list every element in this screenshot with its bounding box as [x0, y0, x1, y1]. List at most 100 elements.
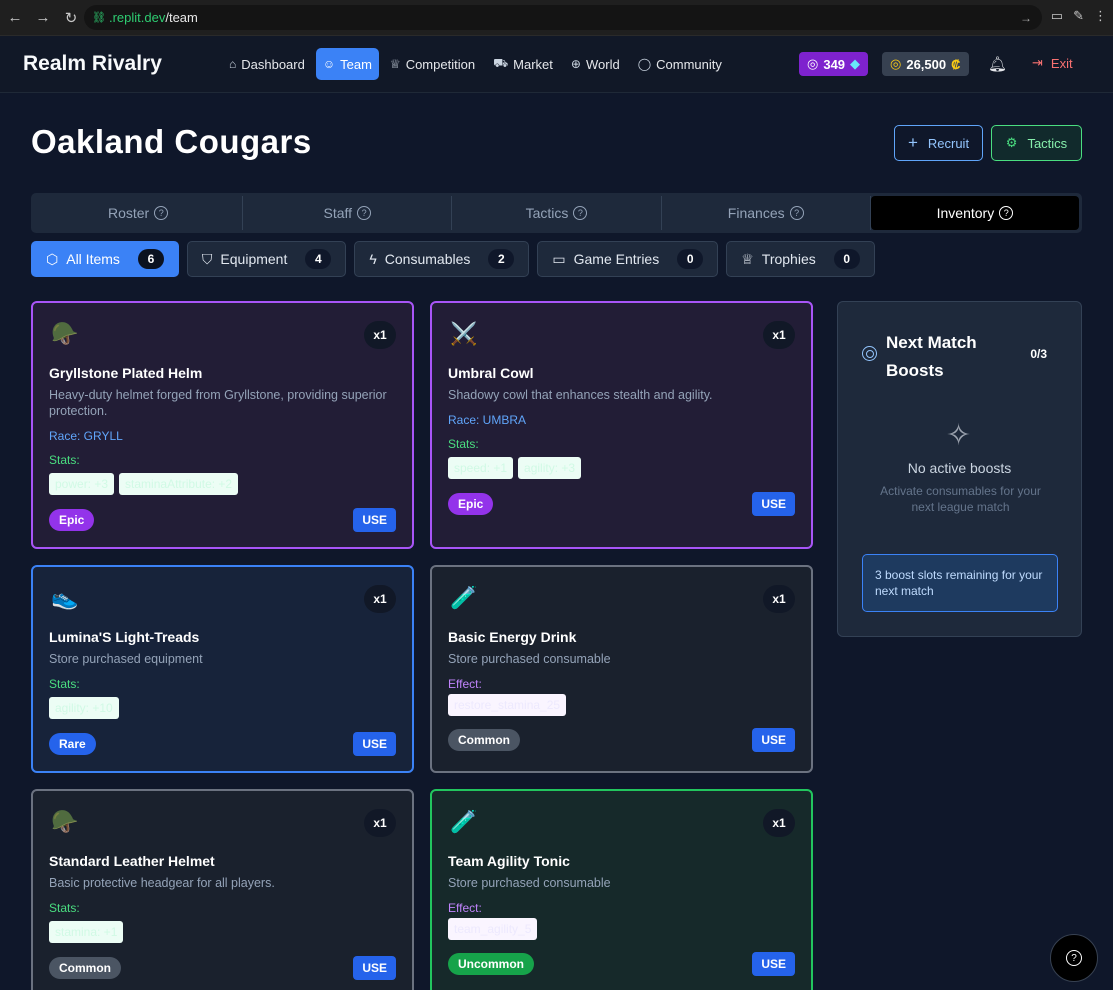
url-path: /team — [165, 10, 198, 25]
go-arrow-icon[interactable]: → — [1020, 11, 1032, 25]
item-description: Basic protective headgear for all player… — [49, 876, 275, 890]
help-icon[interactable]: ? — [357, 206, 372, 220]
next-match-boosts-panel: Next Match Boosts 0/3 ✧ No active boosts… — [837, 301, 1082, 637]
forward-icon[interactable]: → — [30, 5, 56, 31]
stat-chip: power: +3 — [49, 473, 115, 495]
filter-all-items[interactable]: ⬡ All Items 6 — [31, 241, 179, 277]
item-description: Shadowy cowl that enhances stealth and a… — [448, 388, 713, 402]
use-button[interactable]: USE — [353, 508, 396, 532]
boosts-count: 0/3 — [1030, 347, 1047, 361]
nav-label: Community — [656, 56, 722, 72]
nav-world[interactable]: ⊕ World — [564, 48, 627, 80]
gear-icon: ⚙ — [1005, 135, 1018, 150]
browser-toolbar: ← → ↻ ⛓ .replit.dev /team → ▭ ✎ ⋮ — [0, 0, 1113, 36]
filter-trophies[interactable]: ♕ Trophies 0 — [726, 241, 875, 277]
sparkles-icon: ✧ — [946, 419, 972, 452]
use-button[interactable]: USE — [353, 732, 396, 756]
nav-team[interactable]: ☺ Team — [315, 48, 379, 80]
tab-label: Inventory — [936, 205, 995, 221]
helmet-icon: 🪖 — [51, 809, 79, 834]
gems-value: 349 — [823, 56, 846, 72]
item-card[interactable]: 🪖 x1 Gryllstone Plated Helm Heavy-duty h… — [31, 301, 414, 549]
nav-dashboard[interactable]: ⌂ Dashboard — [222, 48, 312, 80]
url-domain: .replit.dev — [108, 10, 166, 25]
item-card[interactable]: 🧪 x1 Team Agility Tonic Store purchased … — [430, 789, 813, 990]
secure-icon: ⛓ — [92, 12, 106, 24]
nav-competition[interactable]: ♕ Competition — [383, 48, 482, 80]
swords-icon: ⚔️ — [450, 321, 478, 346]
credits-badge[interactable]: ◎ 26,500 ₡ — [882, 52, 969, 76]
tactics-label: Tactics — [1027, 135, 1068, 151]
tab-inventory[interactable]: Inventory? — [870, 196, 1080, 230]
use-button[interactable]: USE — [752, 492, 795, 516]
tab-label: Staff — [323, 205, 353, 221]
recruit-button[interactable]: + Recruit — [894, 125, 983, 161]
help-button[interactable]: ? — [1050, 934, 1098, 982]
stats-label: Stats: — [49, 901, 80, 915]
item-card[interactable]: 🧪 x1 Basic Energy Drink Store purchased … — [430, 565, 813, 773]
item-name: Basic Energy Drink — [448, 629, 577, 645]
filter-count: 0 — [677, 249, 704, 269]
back-icon[interactable]: ← — [2, 5, 28, 31]
help-icon[interactable]: ? — [999, 206, 1014, 220]
tab-finances[interactable]: Finances? — [662, 196, 871, 230]
filter-equipment[interactable]: ⛉ Equipment 4 — [186, 241, 347, 277]
wrench-icon[interactable]: ✎ — [1073, 8, 1084, 24]
item-card[interactable]: 🪖 x1 Standard Leather Helmet Basic prote… — [31, 789, 414, 990]
bell-icon[interactable]: 🔔︎ — [988, 55, 1007, 73]
item-description: Store purchased consumable — [448, 876, 611, 890]
filter-count: 6 — [137, 249, 164, 269]
quantity-badge: x1 — [763, 809, 795, 837]
logout-icon: ⇥ — [1032, 55, 1043, 70]
tab-roster[interactable]: Roster? — [34, 196, 244, 230]
effect-chips: restore_stamina_25 — [448, 694, 567, 716]
main-nav: ⌂ Dashboard ☺ Team ♕ Competition ⛟ Market ⊕ W… — [222, 48, 729, 80]
trophy-icon: ♕ — [389, 57, 401, 71]
rarity-badge: Common — [448, 729, 520, 751]
nav-community[interactable]: ◯ Community — [631, 48, 729, 80]
address-bar[interactable]: ⛓ .replit.dev /team → — [84, 5, 1042, 30]
inventory-filters: ⬡ All Items 6 ⛉ Equipment 4 ϟ Consumables 2 ▭ G… — [31, 241, 875, 277]
help-icon: ? — [1066, 950, 1082, 966]
item-race: Race: UMBRA — [448, 413, 527, 427]
tab-tactics[interactable]: Tactics? — [452, 196, 662, 230]
stat-chip: stamina: +1 — [49, 921, 124, 943]
help-icon[interactable]: ? — [573, 206, 588, 220]
gem-icon: ◆ — [850, 56, 861, 71]
nav-label: Dashboard — [241, 56, 305, 72]
gems-badge[interactable]: ◎ 349 ◆ — [799, 52, 869, 76]
tactics-button[interactable]: ⚙ Tactics — [991, 125, 1082, 161]
item-card[interactable]: ⚔️ x1 Umbral Cowl Shadowy cowl that enha… — [430, 301, 813, 549]
empty-subtitle: Activate consumables for your next leagu… — [880, 484, 1041, 514]
help-icon[interactable]: ? — [789, 206, 804, 220]
item-name: Gryllstone Plated Helm — [49, 365, 203, 381]
effect-chip: team_agility_5 — [448, 918, 538, 940]
filter-label: Trophies — [761, 251, 816, 267]
nav-label: Market — [513, 56, 553, 72]
tab-staff[interactable]: Staff? — [243, 196, 453, 230]
item-name: Umbral Cowl — [448, 365, 534, 381]
filter-consumables[interactable]: ϟ Consumables 2 — [354, 241, 530, 277]
use-button[interactable]: USE — [752, 952, 795, 976]
nav-market[interactable]: ⛟ Market — [486, 48, 560, 80]
brand-logo[interactable]: Realm Rivalry — [23, 52, 162, 76]
gems-coin-icon: ◎ — [807, 56, 819, 71]
filter-game-entries[interactable]: ▭ Game Entries 0 — [537, 241, 719, 277]
reload-icon[interactable]: ↻ — [58, 5, 84, 31]
stat-chips: speed: +1 agility: +3 — [448, 457, 582, 479]
quantity-badge: x1 — [763, 585, 795, 613]
plus-icon: + — [907, 133, 918, 152]
page-title: Oakland Cougars — [31, 123, 312, 160]
help-icon[interactable]: ? — [154, 206, 169, 220]
quantity-badge: x1 — [364, 809, 396, 837]
use-button[interactable]: USE — [353, 956, 396, 980]
use-button[interactable]: USE — [752, 728, 795, 752]
monitor-icon[interactable]: ▭ — [1051, 8, 1063, 24]
more-icon[interactable]: ⋮ — [1094, 8, 1107, 24]
item-race: Race: GRYLL — [49, 429, 123, 443]
filter-label: Game Entries — [573, 251, 660, 267]
nav-label: World — [585, 56, 620, 72]
exit-button[interactable]: ⇥ Exit — [1032, 55, 1073, 71]
filter-count: 4 — [305, 249, 332, 269]
item-card[interactable]: 👟 x1 Lumina'S Light-Treads Store purchas… — [31, 565, 414, 773]
